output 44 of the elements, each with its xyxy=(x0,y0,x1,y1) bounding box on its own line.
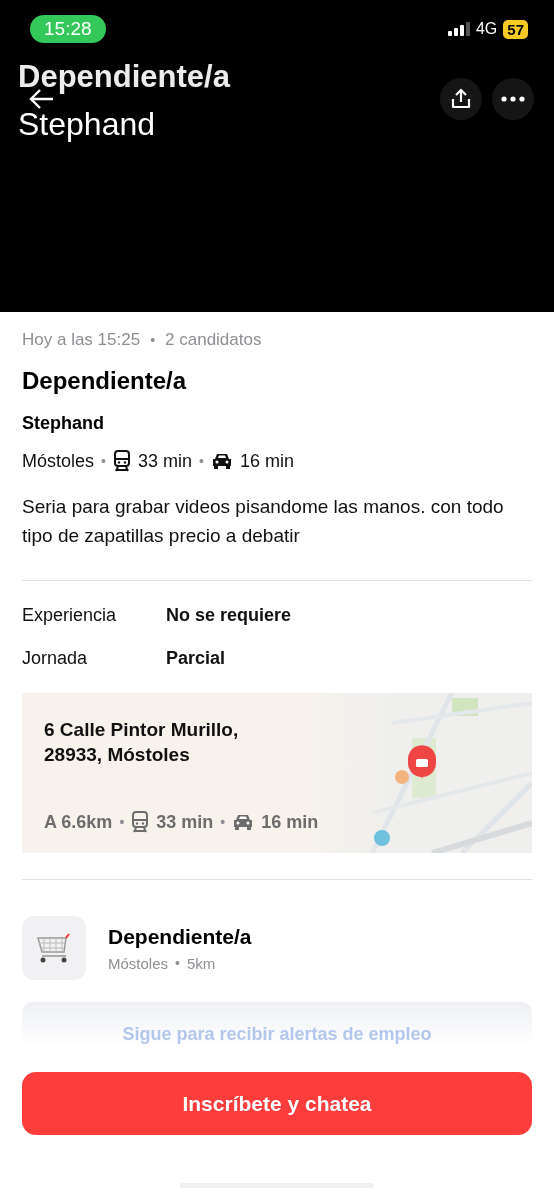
transit-time: 33 min xyxy=(137,450,192,472)
job-title: Dependiente/a xyxy=(22,367,187,395)
address-line: 6 Calle Pintor Murillo, xyxy=(44,718,240,742)
header-title: Dependiente/a xyxy=(18,62,230,92)
separator-dot: • xyxy=(220,814,226,830)
location-card[interactable]: 6 Calle Pintor Murillo, 28933, Móstoles A 6.6km • 33 min • 16 min xyxy=(22,693,532,853)
apply-button[interactable]: Inscríbete y chatea xyxy=(22,1072,532,1135)
follow-banner-text: Sigue para recibir alertas de empleo xyxy=(122,1024,432,1044)
drive-time: 16 min xyxy=(261,811,319,833)
detail-value: No se requiere xyxy=(166,605,293,626)
separator-dot: • xyxy=(175,955,180,971)
train-icon xyxy=(112,450,131,472)
address-line: 28933, Móstoles xyxy=(44,743,191,767)
posted-time: Hoy a las 15:25 xyxy=(22,330,141,350)
distance-text: A 6.6km xyxy=(44,811,113,833)
signal-icon xyxy=(447,22,470,36)
similar-job-distance: 5km xyxy=(186,954,216,972)
detail-label: Experiencia xyxy=(22,605,118,626)
more-button[interactable] xyxy=(492,78,534,120)
detail-value: Parcial xyxy=(166,648,227,669)
candidate-count: 2 candidatos xyxy=(165,330,262,350)
separator-dot: • xyxy=(198,453,204,469)
header-subtitle: Stephand xyxy=(18,108,155,140)
share-icon xyxy=(449,87,473,111)
transit-time: 33 min xyxy=(156,811,214,833)
separator-dot: • xyxy=(119,814,125,830)
similar-job-city: Móstoles xyxy=(108,954,169,972)
share-button[interactable] xyxy=(440,78,482,120)
more-icon xyxy=(501,96,525,102)
battery-level: 57 xyxy=(503,19,528,39)
company-name: Stephand xyxy=(22,413,104,434)
drive-time: 16 min xyxy=(239,450,294,472)
clock-time: 15:28 xyxy=(30,15,106,43)
separator-dot: • xyxy=(101,453,106,469)
detail-label: Jornada xyxy=(22,648,89,669)
city-text: Móstoles xyxy=(22,450,95,472)
car-icon xyxy=(210,452,233,470)
job-description: Seria para grabar videos pisandome las manos. con todo tipo de zapatillas precio a debatir xyxy=(22,495,505,548)
train-icon xyxy=(131,811,150,833)
separator-dot: • xyxy=(150,332,156,348)
network-label: 4G xyxy=(475,20,498,38)
car-icon xyxy=(232,813,255,831)
shopping-cart-icon xyxy=(36,932,72,964)
similar-job-title[interactable]: Dependiente/a xyxy=(108,924,252,949)
